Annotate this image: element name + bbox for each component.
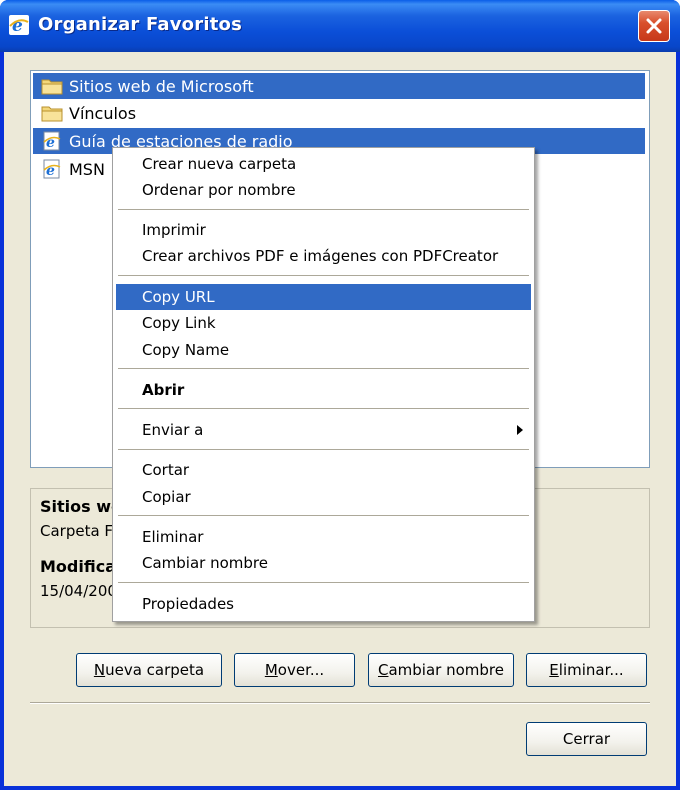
menu-item-print[interactable]: Imprimir [116,217,531,243]
list-item-label: MSN [69,159,105,179]
details-type: Carpeta F [40,522,114,540]
delete-button[interactable]: Eliminar... [526,653,647,687]
menu-item-rename[interactable]: Cambiar nombre [116,550,531,576]
list-item-label: Sitios web de Microsoft [69,76,254,96]
menu-item-copy-url[interactable]: Copy URL [116,284,531,310]
menu-item-delete[interactable]: Eliminar [116,524,531,550]
svg-text:e: e [12,16,23,36]
menu-item-copy-name[interactable]: Copy Name [116,337,531,363]
new-folder-button[interactable]: Nueva carpeta [76,653,222,687]
ie-page-icon: e [43,131,61,151]
details-modified-label: Modifica [40,557,116,576]
folder-icon [41,79,63,95]
menu-separator [118,275,529,277]
close-icon [646,18,662,34]
list-item[interactable]: Vínculos [33,100,645,126]
menu-item-properties[interactable]: Propiedades [116,591,531,617]
ie-page-icon: e [43,159,61,179]
close-button[interactable]: Cerrar [526,722,647,756]
menu-item-new-folder[interactable]: Crear nueva carpeta [116,151,531,177]
menu-separator [118,515,529,517]
folder-icon [41,106,63,122]
menu-item-copy-link[interactable]: Copy Link [116,310,531,336]
menu-item-pdfcreator[interactable]: Crear archivos PDF e imágenes con PDFCre… [116,243,531,269]
menu-item-cut[interactable]: Cortar [116,457,531,483]
details-name: Sitios we [40,497,122,516]
menu-separator [118,449,529,451]
details-modified-value: 15/04/200 [40,582,117,600]
menu-separator [118,582,529,584]
divider [30,702,650,704]
move-button[interactable]: Mover... [234,653,355,687]
menu-item-label: Enviar a [142,421,204,439]
menu-item-sort-by-name[interactable]: Ordenar por nombre [116,177,531,203]
menu-item-send-to[interactable]: Enviar a [116,417,531,443]
menu-separator [118,368,529,370]
ie-icon: e [9,15,29,36]
menu-separator [118,209,529,211]
list-item[interactable]: Sitios web de Microsoft [33,73,645,99]
window-title: Organizar Favoritos [38,14,242,35]
context-menu: Crear nueva carpeta Ordenar por nombre I… [112,147,535,622]
rename-button[interactable]: Cambiar nombre [368,653,514,687]
close-window-button[interactable] [638,10,670,42]
submenu-arrow-icon [517,425,523,435]
list-item-label: Vínculos [69,103,137,123]
title-bar[interactable]: e Organizar Favoritos [0,0,680,52]
menu-separator [118,408,529,410]
menu-item-copy[interactable]: Copiar [116,484,531,510]
menu-item-open[interactable]: Abrir [116,377,531,403]
